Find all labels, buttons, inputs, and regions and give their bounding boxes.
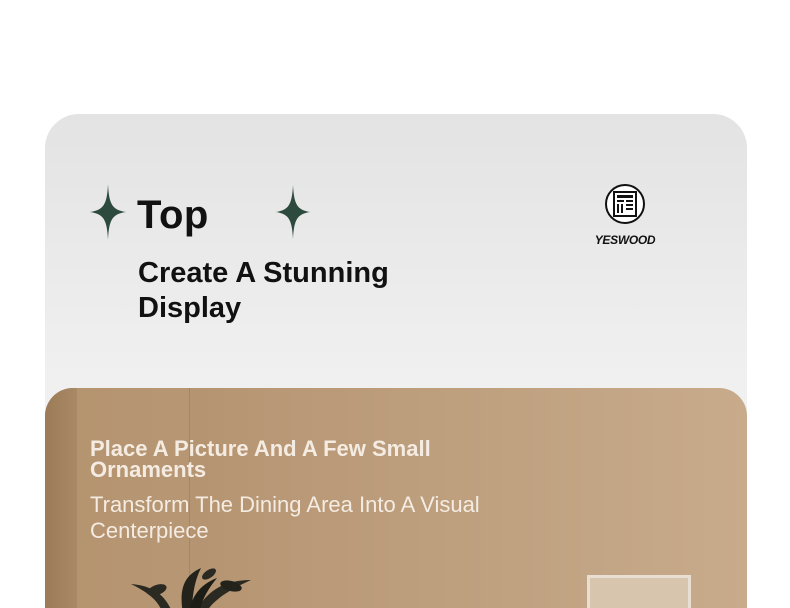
sparkle-icon (276, 185, 310, 239)
wall-shadow (45, 388, 77, 608)
feature-card: Top Create A Stunning Display YESWOOD Pl… (45, 114, 747, 608)
picture-frame (587, 575, 691, 608)
brand-logo[interactable]: YESWOOD (592, 184, 658, 247)
sparkle-icon (90, 184, 126, 240)
wardrobe-icon (605, 184, 645, 224)
feature-photo: Place A Picture And A Few Small Ornament… (45, 388, 747, 608)
headline: Top (137, 193, 209, 237)
photo-title: Place A Picture And A Few Small Ornament… (90, 436, 431, 482)
photo-description: Transform The Dining Area Into A Visual … (90, 492, 480, 543)
brand-name: YESWOOD (594, 233, 656, 247)
plant-icon (113, 564, 283, 608)
subheadline: Create A Stunning Display (138, 257, 389, 324)
